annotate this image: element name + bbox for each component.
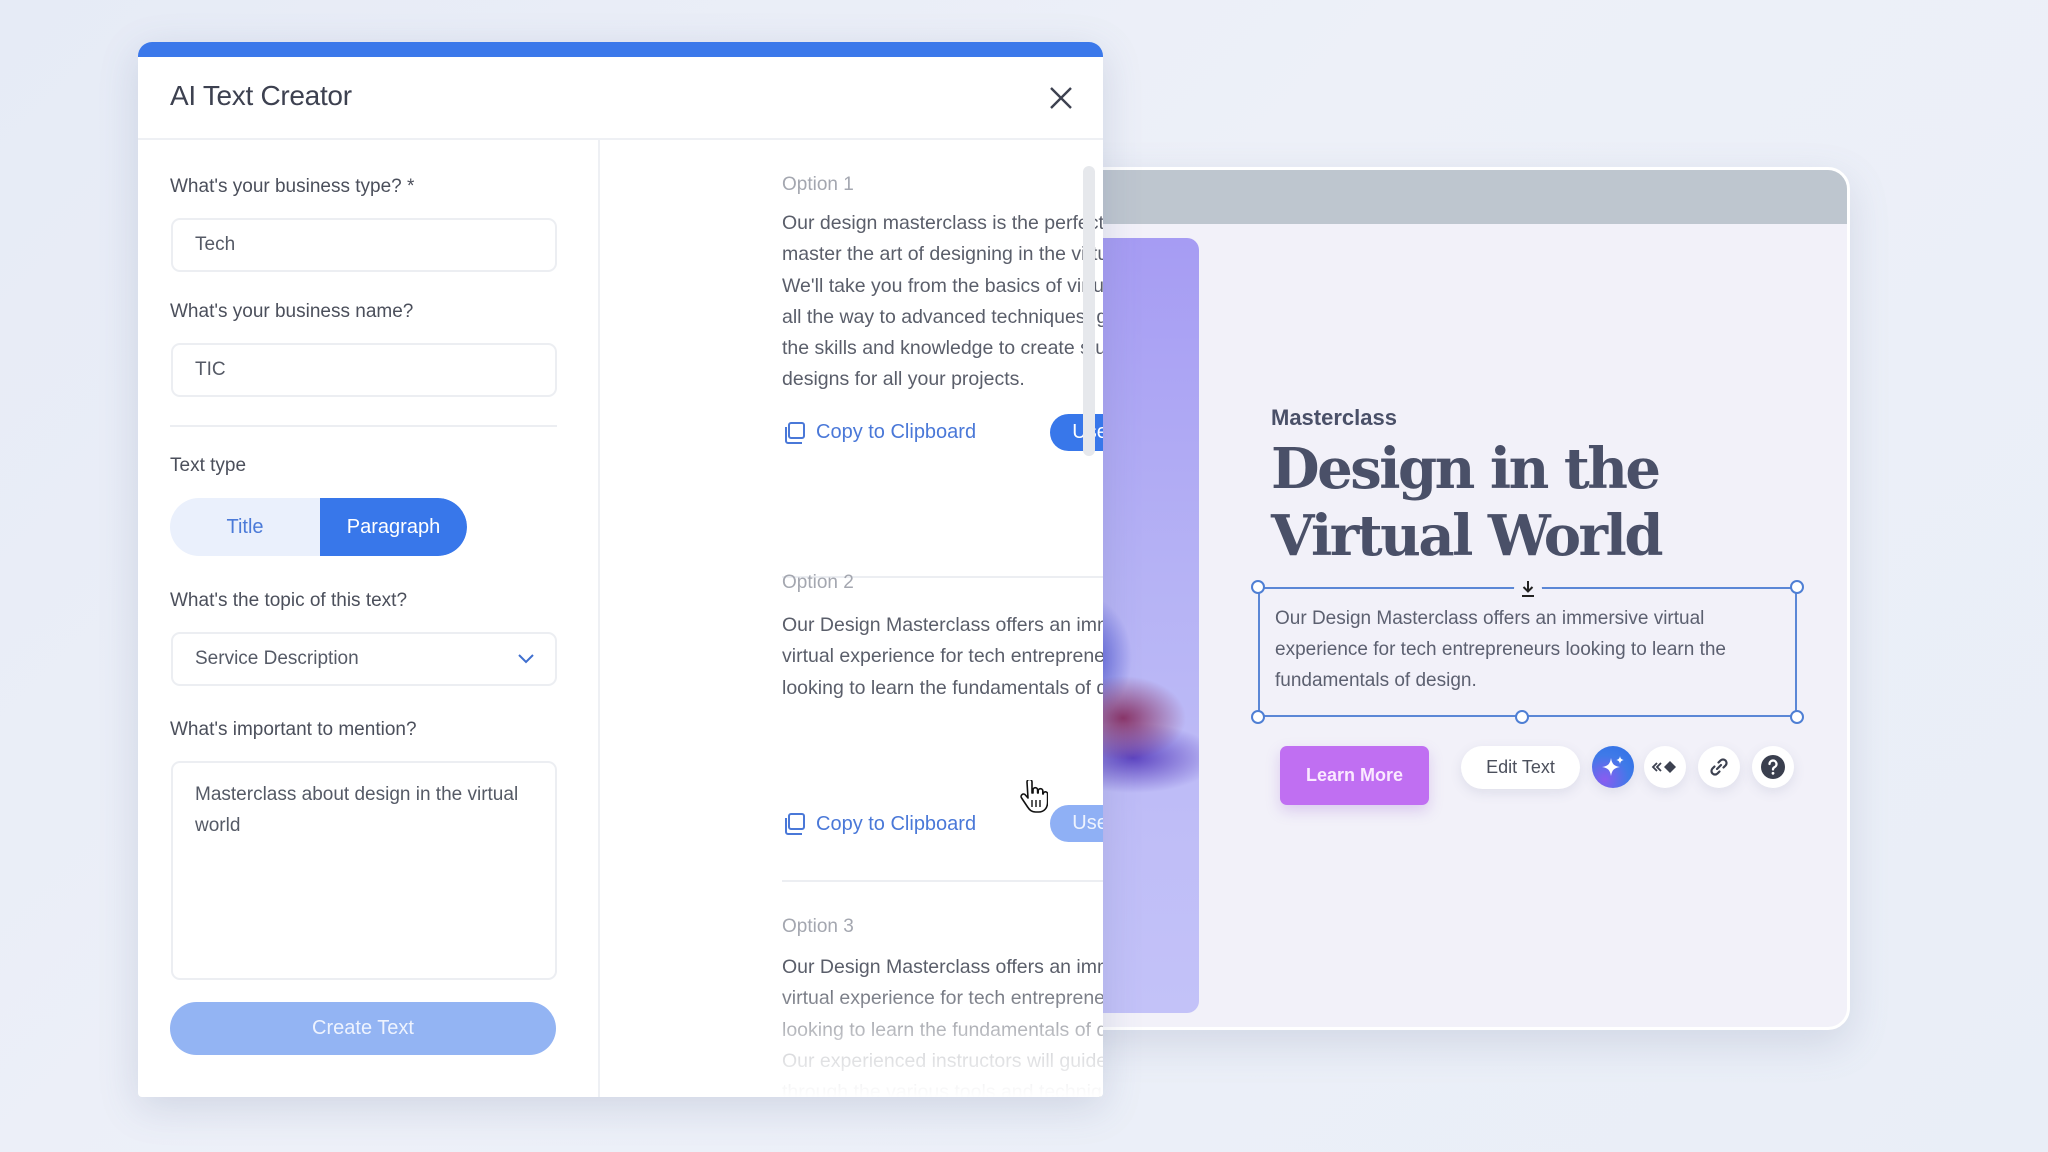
option-label: Option 2: [782, 572, 854, 593]
option-text: Our Design Masterclass offers an immersi…: [782, 614, 1103, 699]
mention-label: What's important to mention?: [170, 719, 417, 740]
business-type-input[interactable]: [171, 218, 557, 272]
copy-label: Copy to Clipboard: [816, 421, 977, 444]
option-label: Option 1: [782, 174, 854, 195]
learn-more-button[interactable]: Learn More: [1280, 746, 1429, 805]
site-editor-preview: Masterclass Design in the Virtual World …: [1060, 167, 1850, 1030]
option-card-body: Our Design Masterclass offers an immersi…: [782, 610, 1103, 704]
link-icon: [1710, 758, 1728, 776]
create-text-button[interactable]: Create Text: [170, 1002, 556, 1055]
edit-text-button[interactable]: Edit Text: [1461, 746, 1580, 789]
selected-paragraph[interactable]: Our Design Masterclass offers an immersi…: [1275, 603, 1785, 696]
use-text-button[interactable]: Use Text: [1050, 413, 1103, 451]
business-name-label: What's your business name?: [170, 301, 414, 322]
resize-handle-top-left[interactable]: [1251, 580, 1265, 594]
use-text-button[interactable]: Use Text: [1050, 805, 1103, 842]
topic-dropdown[interactable]: Service Description: [171, 632, 557, 686]
mention-textarea[interactable]: Masterclass about design in the virtual …: [171, 761, 557, 980]
ai-sparkle-icon: [1602, 756, 1624, 776]
option-card: Option 1 Our design masterclass is the p…: [782, 174, 1103, 454]
editor-header-strip: [1063, 170, 1847, 224]
help-icon: [1761, 755, 1785, 779]
option-actions: Copy to Clipboard Use Text: [782, 805, 1103, 845]
resize-handle-bottom-left[interactable]: [1251, 710, 1265, 724]
options-list: Option 1 Our design masterclass is the p…: [600, 140, 1103, 1097]
chevron-down-icon: [518, 654, 534, 664]
resize-handle-top-right[interactable]: [1790, 580, 1804, 594]
copy-icon: [785, 813, 805, 835]
form-divider: [170, 425, 557, 427]
text-type-title-option[interactable]: Title: [170, 498, 320, 556]
animation-icon: [1651, 761, 1676, 773]
resize-handle-bottom-center[interactable]: [1515, 710, 1529, 724]
business-name-input[interactable]: [171, 343, 557, 397]
modal-title: AI Text Creator: [170, 80, 352, 111]
option-divider: [782, 880, 1103, 882]
option-label: Option 3: [782, 916, 854, 937]
text-type-label: Text type: [170, 455, 247, 476]
copy-to-clipboard-link[interactable]: Copy to Clipboard: [782, 805, 976, 843]
option-card: Option 2: [782, 572, 1103, 594]
hero-eyebrow[interactable]: Masterclass: [1271, 405, 1397, 431]
link-button[interactable]: [1698, 746, 1740, 788]
animation-button[interactable]: [1644, 746, 1686, 788]
ai-text-creator-modal: AI Text Creator What's your business typ…: [138, 42, 1103, 1097]
copy-icon: [785, 421, 805, 444]
topic-selected-value: Service Description: [195, 648, 359, 669]
text-type-paragraph-option[interactable]: Paragraph: [320, 498, 467, 556]
option-card: Option 3 Our Design Masterclass offers a…: [782, 916, 1103, 1097]
option-text: Our design masterclass is the perfect wa…: [782, 212, 1103, 391]
anchor-icon[interactable]: [1514, 575, 1542, 603]
copy-to-clipboard-link[interactable]: Copy to Clipboard: [782, 414, 976, 452]
business-type-label: What's your business type? *: [170, 176, 415, 197]
text-type-toggle: Title Paragraph: [170, 498, 467, 556]
copy-label: Copy to Clipboard: [816, 812, 977, 835]
modal-accent-bar: [138, 42, 1103, 57]
selected-text-box[interactable]: Our Design Masterclass offers an immersi…: [1251, 575, 1804, 724]
topic-label: What's the topic of this text?: [170, 590, 408, 611]
help-button[interactable]: [1752, 746, 1794, 788]
hero-title[interactable]: Design in the Virtual World: [1271, 436, 1791, 570]
close-button[interactable]: [1044, 81, 1078, 115]
close-icon: [1050, 87, 1072, 109]
option-text: Our Design Masterclass offers an immersi…: [782, 956, 1103, 1097]
ai-sparkle-button[interactable]: [1592, 746, 1634, 788]
options-scrollbar[interactable]: [1083, 166, 1095, 456]
resize-handle-bottom-right[interactable]: [1790, 710, 1804, 724]
